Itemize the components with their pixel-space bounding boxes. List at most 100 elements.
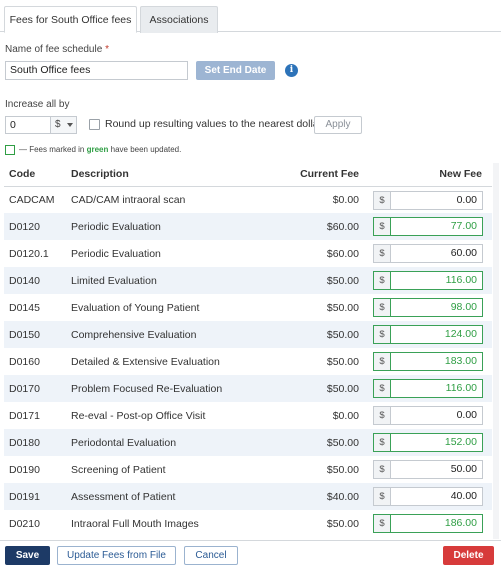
schedule-name-input[interactable]: South Office fees — [5, 61, 188, 80]
updated-legend-text: — Fees marked in green have been updated… — [19, 145, 181, 154]
cancel-button[interactable]: Cancel — [184, 546, 238, 565]
save-button[interactable]: Save — [5, 546, 50, 565]
table-row: D0170 Problem Focused Re-Evaluation $50.00… — [4, 375, 492, 402]
new-fee-input[interactable]: $0.00 — [373, 406, 483, 425]
new-fee-value: 98.00 — [450, 301, 477, 313]
new-fee-value: 124.00 — [444, 328, 477, 340]
fee-table-container: Code Description Current Fee New Fee CAD… — [4, 163, 492, 539]
cell-code: D0170 — [4, 375, 71, 402]
table-header-row: Code Description Current Fee New Fee — [4, 163, 492, 187]
cell-code: CADCAM — [4, 186, 71, 213]
cell-description: Evaluation of Young Patient — [71, 294, 271, 321]
cell-description: Detailed & Extensive Evaluation — [71, 348, 271, 375]
tab-fees[interactable]: Fees for South Office fees — [4, 6, 137, 33]
info-icon[interactable]: i — [285, 64, 298, 77]
cell-current-fee: $50.00 — [271, 348, 362, 375]
increase-unit-select[interactable]: $ — [50, 116, 77, 134]
cell-new-fee: $50.00 — [362, 456, 492, 483]
table-row: D0210 Intraoral Full Mouth Images $50.00 $1… — [4, 510, 492, 537]
round-up-label: Round up resulting values to the nearest… — [105, 118, 323, 130]
apply-button[interactable]: Apply — [314, 116, 362, 134]
legend-suffix: have been updated. — [110, 145, 182, 154]
currency-prefix: $ — [374, 191, 391, 209]
currency-prefix: $ — [374, 245, 391, 262]
currency-prefix: $ — [374, 407, 391, 424]
cell-new-fee: $77.00 — [362, 213, 492, 240]
new-fee-input[interactable]: $152.00 — [373, 433, 483, 452]
new-fee-input[interactable]: $0.00 — [373, 190, 483, 210]
new-fee-input[interactable]: $183.00 — [373, 352, 483, 371]
new-fee-input[interactable]: $124.00 — [373, 325, 483, 344]
cell-description: Problem Focused Re-Evaluation — [71, 375, 271, 402]
new-fee-input[interactable]: $116.00 — [373, 379, 483, 398]
cell-description: Periodontal Evaluation — [71, 429, 271, 456]
cell-new-fee: $152.00 — [362, 429, 492, 456]
cell-current-fee: $50.00 — [271, 510, 362, 537]
cell-current-fee: $50.00 — [271, 321, 362, 348]
update-fees-from-file-button[interactable]: Update Fees from File — [57, 546, 176, 565]
cell-current-fee: $50.00 — [271, 375, 362, 402]
cell-description: Screening of Patient — [71, 456, 271, 483]
new-fee-input[interactable]: $50.00 — [373, 460, 483, 479]
cell-code: D0120 — [4, 213, 71, 240]
cell-code: D0171 — [4, 402, 71, 429]
table-row: D0160 Detailed & Extensive Evaluation $50.… — [4, 348, 492, 375]
fee-table-body: CADCAM CAD/CAM intraoral scan $0.00 $0.00 D0… — [4, 186, 492, 537]
new-fee-input[interactable]: $98.00 — [373, 298, 483, 317]
set-end-date-button[interactable]: Set End Date — [196, 61, 275, 80]
cell-description: Limited Evaluation — [71, 267, 271, 294]
new-fee-value: 183.00 — [444, 355, 477, 367]
table-row: D0150 Comprehensive Evaluation $50.00 $124.… — [4, 321, 492, 348]
cell-code: D0120.1 — [4, 240, 71, 267]
new-fee-input[interactable]: $40.00 — [373, 487, 483, 506]
table-scrollbar[interactable] — [493, 163, 499, 539]
new-fee-input[interactable]: $60.00 — [373, 244, 483, 263]
table-row: D0120.1 Periodic Evaluation $60.00 $60.00 — [4, 240, 492, 267]
new-fee-value: 50.00 — [450, 463, 477, 475]
cell-description: Intraoral Full Mouth Images — [71, 510, 271, 537]
legend-green-word: green — [86, 145, 109, 154]
currency-prefix: $ — [374, 488, 391, 505]
table-row: D0180 Periodontal Evaluation $50.00 $152.00 — [4, 429, 492, 456]
cell-current-fee: $50.00 — [271, 456, 362, 483]
cell-code: D0191 — [4, 483, 71, 510]
cell-current-fee: $50.00 — [271, 267, 362, 294]
cell-current-fee: $50.00 — [271, 429, 362, 456]
new-fee-value: 77.00 — [450, 220, 477, 232]
table-row: D0190 Screening of Patient $50.00 $50.00 — [4, 456, 492, 483]
currency-prefix: $ — [374, 299, 391, 316]
cell-new-fee: $183.00 — [362, 348, 492, 375]
required-marker: * — [105, 44, 109, 55]
new-fee-value: 152.00 — [444, 436, 477, 448]
cell-description: Assessment of Patient — [71, 483, 271, 510]
tab-associations[interactable]: Associations — [140, 6, 218, 33]
header-current-fee: Current Fee — [271, 163, 362, 187]
currency-prefix: $ — [374, 272, 391, 289]
cell-current-fee: $50.00 — [271, 294, 362, 321]
cell-code: D0150 — [4, 321, 71, 348]
increase-unit-value: $ — [55, 119, 61, 130]
cell-description: Periodic Evaluation — [71, 213, 271, 240]
cell-new-fee: $0.00 — [362, 186, 492, 213]
header-new-fee: New Fee — [362, 163, 492, 187]
new-fee-input[interactable]: $116.00 — [373, 271, 483, 290]
new-fee-input[interactable]: $186.00 — [373, 514, 483, 533]
new-fee-input[interactable]: $77.00 — [373, 217, 483, 236]
cell-description: CAD/CAM intraoral scan — [71, 186, 271, 213]
fee-table: Code Description Current Fee New Fee CAD… — [4, 163, 492, 537]
cell-code: D0210 — [4, 510, 71, 537]
cell-code: D0180 — [4, 429, 71, 456]
round-up-checkbox[interactable] — [89, 119, 100, 130]
new-fee-value: 186.00 — [444, 517, 477, 529]
table-row: D0145 Evaluation of Young Patient $50.00 $9… — [4, 294, 492, 321]
currency-prefix: $ — [374, 218, 391, 235]
delete-button[interactable]: Delete — [443, 546, 494, 565]
tab-bar: Fees for South Office fees Associations — [0, 0, 501, 33]
cell-description: Periodic Evaluation — [71, 240, 271, 267]
new-fee-value: 0.00 — [456, 409, 477, 421]
legend-prefix: — Fees marked in — [19, 145, 85, 154]
increase-label: Increase all by — [5, 99, 70, 110]
cell-description: Comprehensive Evaluation — [71, 321, 271, 348]
cell-new-fee: $0.00 — [362, 402, 492, 429]
increase-value-input[interactable]: 0 — [5, 116, 51, 134]
